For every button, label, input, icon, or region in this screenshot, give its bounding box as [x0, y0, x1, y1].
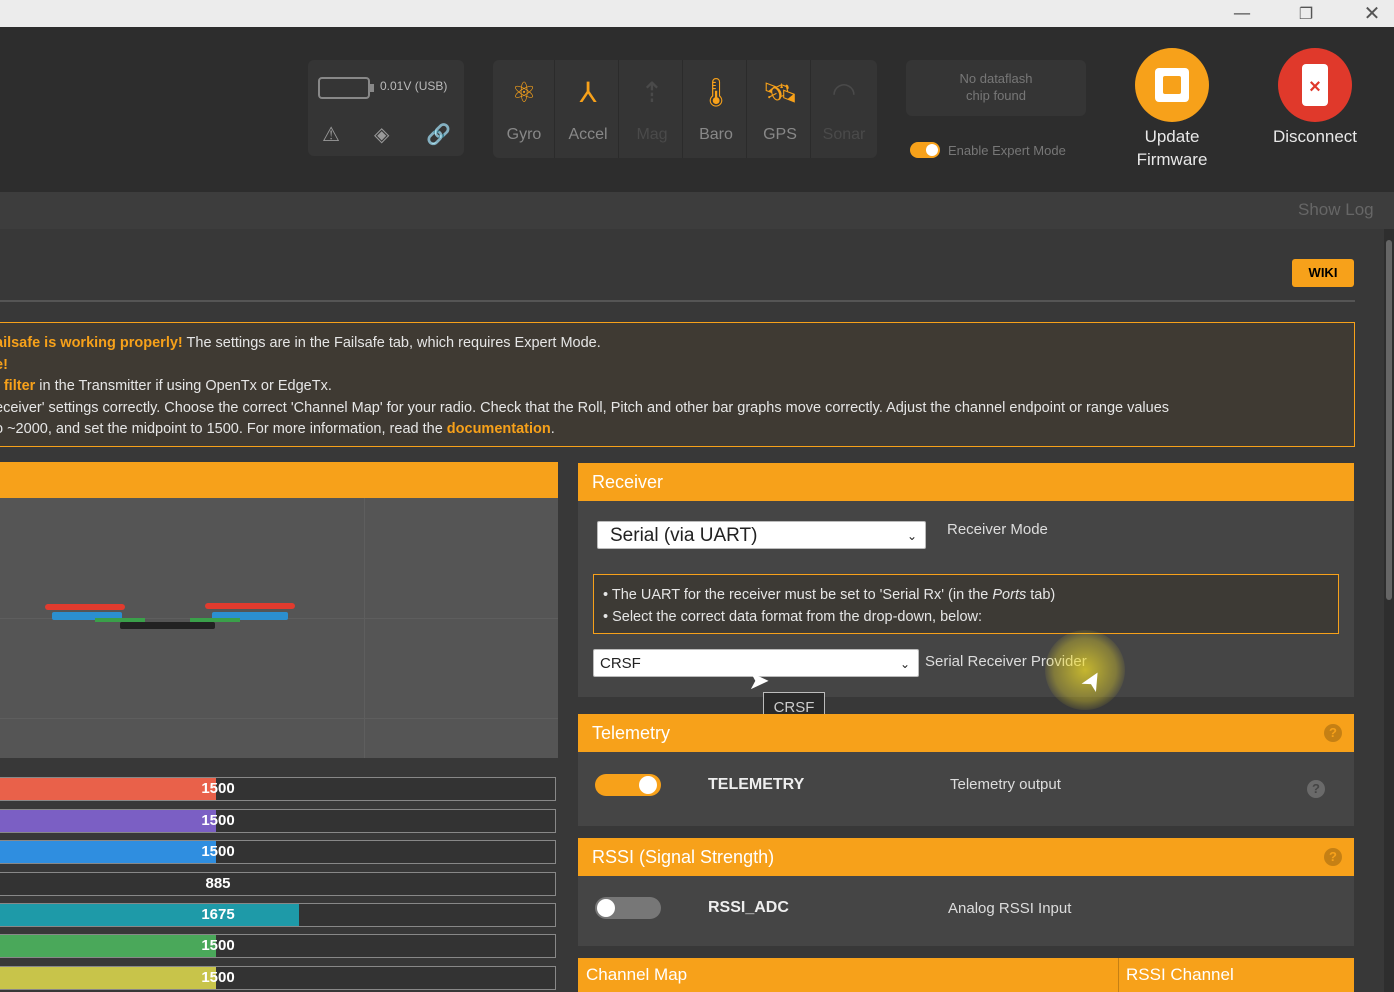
accel-icon: ⅄ — [579, 76, 597, 109]
channel-bar: 1675 — [0, 903, 556, 927]
maximize-button[interactable]: ❐ — [1286, 2, 1326, 25]
receiver-mode-select[interactable]: Serial (via UART) ⌄ — [597, 521, 926, 549]
sensor-gps: 🛰 GPS — [749, 60, 811, 158]
propeller-right — [205, 603, 295, 609]
failsafe-icon: ◈ — [374, 122, 390, 146]
channel-value: 1500 — [201, 969, 235, 986]
update-firmware-button[interactable]: Update Firmware — [1107, 48, 1237, 171]
rssi-description: Analog RSSI Input — [948, 900, 1072, 917]
rssi-section-header: RSSI (Signal Strength) ? — [578, 838, 1354, 876]
channel-value: 1500 — [201, 812, 235, 829]
help-icon[interactable]: ? — [1307, 780, 1325, 798]
channel-bar: 1500 — [0, 966, 556, 990]
expert-mode-toggle[interactable] — [910, 142, 940, 158]
channel-value: 1500 — [201, 937, 235, 954]
receiver-mode-label: Receiver Mode — [947, 521, 1048, 538]
sensor-mag: ⇡ Mag — [621, 60, 683, 158]
disconnect-button[interactable]: × Disconnect — [1250, 48, 1380, 148]
sensor-status-panel: ⚛ Gyro ⅄ Accel ⇡ Mag 🌡 Baro 🛰 GPS ◠ Sona… — [493, 60, 877, 158]
help-icon[interactable]: ? — [1324, 724, 1342, 742]
baro-icon: 🌡 — [698, 76, 734, 109]
show-log-link[interactable]: Show Log — [1298, 200, 1374, 220]
battery-icon — [318, 77, 374, 99]
close-button[interactable]: ✕ — [1352, 2, 1392, 25]
receiver-info-note: ailsafe is working properly! The setting… — [0, 322, 1355, 447]
channel-value: 885 — [205, 875, 231, 892]
gyro-icon: ⚛ — [511, 76, 537, 109]
channel-value: 1500 — [201, 843, 235, 860]
usb-disconnect-icon: × — [1278, 48, 1352, 122]
mag-icon: ⇡ — [640, 76, 664, 109]
uart-info-note: • The UART for the receiver must be set … — [593, 574, 1339, 634]
chevron-down-icon: ⌄ — [906, 529, 917, 543]
sonar-icon: ◠ — [831, 76, 857, 109]
battery-voltage: 0.01V (USB) — [380, 79, 448, 93]
battery-status-panel: 0.01V (USB) ⚠ ◈ 🔗 — [308, 60, 464, 156]
channel-map-header: Channel Map RSSI Channel — [578, 958, 1354, 992]
sensor-accel: ⅄ Accel — [557, 60, 619, 158]
section-divider — [0, 300, 1355, 302]
telemetry-description: Telemetry output — [950, 776, 1061, 793]
link-icon: 🔗 — [426, 122, 451, 146]
warning-icon: ⚠ — [322, 122, 340, 146]
scrollbar-thumb[interactable] — [1386, 240, 1392, 600]
preview-panel-header — [0, 462, 558, 498]
rssi-feature-name: RSSI_ADC — [708, 899, 789, 916]
window-titlebar: — ❐ ✕ — [0, 0, 1394, 27]
log-bar: Show Log — [0, 192, 1394, 229]
channel-bar: 885 — [0, 872, 556, 896]
documentation-link[interactable]: documentation — [447, 421, 551, 437]
sensor-sonar: ◠ Sonar — [813, 60, 875, 158]
model-preview — [0, 498, 558, 758]
telemetry-toggle[interactable] — [595, 774, 661, 796]
channel-value: 1500 — [201, 780, 235, 797]
dataflash-status: No dataflash chip found — [906, 60, 1086, 116]
channel-bar: 1500 — [0, 809, 556, 833]
expert-mode-label: Enable Expert Mode — [948, 143, 1066, 158]
sensor-baro: 🌡 Baro — [685, 60, 747, 158]
gps-icon: 🛰 — [762, 76, 798, 109]
help-icon[interactable]: ? — [1324, 848, 1342, 866]
propeller-left — [45, 604, 125, 610]
receiver-section-header: Receiver — [578, 463, 1354, 501]
telemetry-feature-name: TELEMETRY — [708, 776, 805, 793]
wiki-button[interactable]: WIKI — [1292, 259, 1354, 287]
channel-bar: 1500 — [0, 840, 556, 864]
drone-model — [120, 622, 215, 629]
minimize-button[interactable]: — — [1222, 2, 1262, 25]
channel-bar: 1500 — [0, 777, 556, 801]
chip-icon — [1135, 48, 1209, 122]
channel-bar: 1500 — [0, 934, 556, 958]
chevron-down-icon: ⌄ — [899, 657, 910, 671]
telemetry-section-header: Telemetry ? — [578, 714, 1354, 752]
sensor-gyro: ⚛ Gyro — [493, 60, 555, 158]
rssi-adc-toggle[interactable] — [595, 897, 661, 919]
channel-value: 1675 — [201, 906, 235, 923]
